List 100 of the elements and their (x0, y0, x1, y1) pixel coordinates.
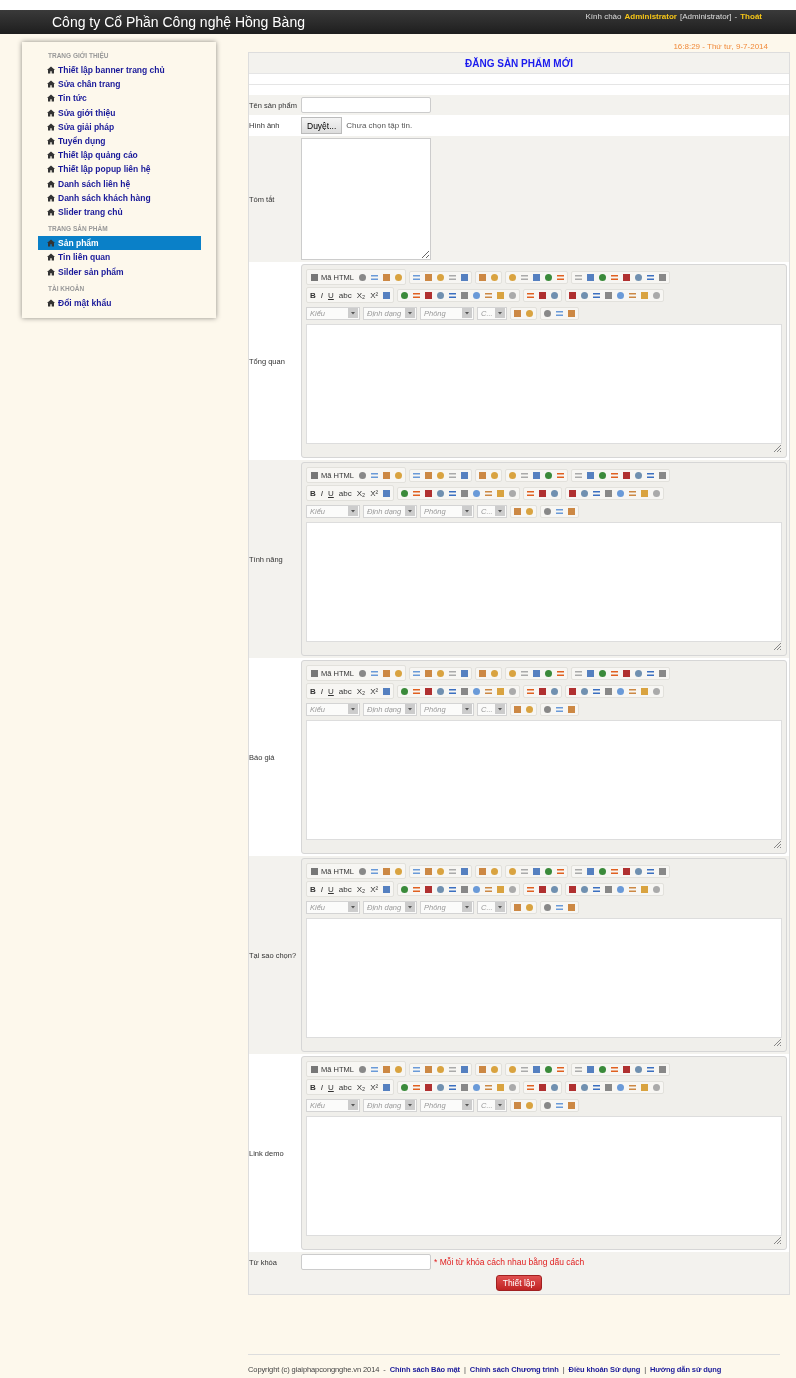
toolbar-icon[interactable] (526, 686, 536, 696)
toolbar-icon[interactable] (412, 290, 422, 300)
format-button[interactable]: X₂ (355, 289, 367, 301)
toolbar-icon[interactable] (645, 1064, 655, 1074)
toolbar-icon[interactable] (411, 1064, 421, 1074)
sidebar-item[interactable]: Thiết lập popup liên hệ (38, 162, 201, 177)
toolbar-icon[interactable] (357, 668, 367, 678)
toolbar-icon[interactable] (484, 1082, 494, 1092)
format-button[interactable]: B (309, 883, 317, 895)
format-button[interactable]: abc (337, 289, 353, 301)
format-button[interactable]: abc (337, 487, 353, 499)
format-button[interactable]: X² (369, 487, 380, 499)
toolbar-icon[interactable] (412, 884, 422, 894)
format-button[interactable]: U (327, 685, 335, 697)
keyword-field[interactable] (301, 1254, 431, 1270)
toolbar-icon[interactable] (645, 668, 655, 678)
toolbar-icon[interactable] (484, 884, 494, 894)
resize-grip-icon[interactable] (773, 840, 782, 849)
browse-button[interactable]: Duyệt... (301, 117, 343, 134)
format-button[interactable]: B (309, 487, 317, 499)
sidebar-item[interactable]: Silder sản phẩm (38, 264, 201, 279)
toolbar-icon[interactable] (310, 668, 319, 678)
toolbar-icon[interactable] (448, 290, 458, 300)
toolbar-icon[interactable] (628, 686, 638, 696)
format-button[interactable]: I (319, 685, 324, 697)
format-button[interactable]: X² (369, 1081, 380, 1093)
toolbar-icon[interactable] (592, 1082, 602, 1092)
format-button[interactable]: X₂ (355, 487, 367, 499)
format-button[interactable]: X² (369, 685, 380, 697)
toolbar-icon[interactable] (555, 1100, 564, 1110)
format-button[interactable]: I (319, 289, 324, 301)
toolbar-icon[interactable] (645, 866, 655, 876)
toolbar-icon[interactable] (609, 470, 619, 480)
sidebar-item[interactable]: Tin tức (38, 91, 201, 106)
sidebar-item[interactable]: Slider trang chủ (38, 204, 201, 220)
toolbar-icon[interactable] (369, 272, 379, 282)
format-button[interactable]: X² (369, 883, 380, 895)
format-button[interactable]: U (327, 1081, 335, 1093)
toolbar-icon[interactable] (526, 884, 536, 894)
format-button[interactable]: X₂ (355, 1081, 367, 1093)
format-button[interactable]: X² (369, 289, 380, 301)
sidebar-item[interactable]: Tuyển dụng (38, 133, 201, 149)
toolbar-icon[interactable] (555, 668, 565, 678)
format-button[interactable]: abc (337, 1081, 353, 1093)
toolbar-icon[interactable] (592, 290, 602, 300)
toolbar-icon[interactable] (357, 470, 367, 480)
resize-grip-icon[interactable] (773, 1236, 782, 1245)
format-button[interactable]: X₂ (355, 685, 367, 697)
format-button[interactable]: abc (337, 883, 353, 895)
format-button[interactable]: I (319, 1081, 324, 1093)
toolbar-icon[interactable] (609, 668, 619, 678)
toolbar-icon[interactable] (645, 470, 655, 480)
toolbar-icon[interactable] (526, 488, 536, 498)
toolbar-icon[interactable] (628, 1082, 638, 1092)
toolbar-icon[interactable] (555, 506, 564, 516)
toolbar-icon[interactable] (484, 488, 494, 498)
toolbar-icon[interactable] (310, 272, 319, 282)
sidebar-item[interactable]: Thiết lập quảng cáo (38, 148, 201, 163)
toolbar-icon[interactable] (310, 1064, 319, 1074)
toolbar-icon[interactable] (526, 290, 536, 300)
toolbar-icon[interactable] (555, 308, 564, 318)
toolbar-icon[interactable] (357, 272, 367, 282)
format-button[interactable]: B (309, 685, 317, 697)
toolbar-icon[interactable] (369, 470, 379, 480)
toolbar-icon[interactable] (484, 290, 494, 300)
summary-field[interactable] (301, 138, 431, 260)
toolbar-icon[interactable] (310, 470, 319, 480)
toolbar-icon[interactable] (609, 272, 619, 282)
sidebar-item[interactable]: Đổi mật khẩu (38, 295, 201, 310)
toolbar-icon[interactable] (412, 1082, 422, 1092)
resize-grip-icon[interactable] (773, 642, 782, 651)
toolbar-icon[interactable] (555, 272, 565, 282)
toolbar-icon[interactable] (411, 668, 421, 678)
product-name-field[interactable] (301, 97, 431, 113)
sidebar-item[interactable]: Sửa giải pháp (38, 119, 201, 134)
toolbar-icon[interactable] (526, 1082, 536, 1092)
sidebar-item[interactable]: Sản phẩm (38, 236, 201, 251)
toolbar-icon[interactable] (555, 704, 564, 714)
toolbar-icon[interactable] (411, 272, 421, 282)
toolbar-icon[interactable] (645, 272, 655, 282)
sidebar-item[interactable]: Tin liên quan (38, 250, 201, 265)
sidebar-item[interactable]: Danh sách liên hệ (38, 176, 201, 191)
format-button[interactable]: I (319, 487, 324, 499)
format-button[interactable]: X₂ (355, 883, 367, 895)
format-button[interactable]: I (319, 883, 324, 895)
toolbar-icon[interactable] (555, 470, 565, 480)
format-button[interactable]: B (309, 1081, 317, 1093)
sidebar-item[interactable]: Thiết lập banner trang chủ (38, 63, 201, 78)
format-button[interactable]: U (327, 289, 335, 301)
logout-link[interactable]: Thoát (740, 12, 762, 21)
toolbar-icon[interactable] (369, 668, 379, 678)
toolbar-icon[interactable] (628, 488, 638, 498)
toolbar-icon[interactable] (448, 686, 458, 696)
resize-grip-icon[interactable] (773, 444, 782, 453)
toolbar-icon[interactable] (592, 884, 602, 894)
toolbar-icon[interactable] (412, 488, 422, 498)
toolbar-icon[interactable] (592, 686, 602, 696)
sidebar-item[interactable]: Sửa chân trang (38, 77, 201, 92)
toolbar-icon[interactable] (628, 290, 638, 300)
submit-button[interactable]: Thiết lập (495, 1275, 543, 1291)
